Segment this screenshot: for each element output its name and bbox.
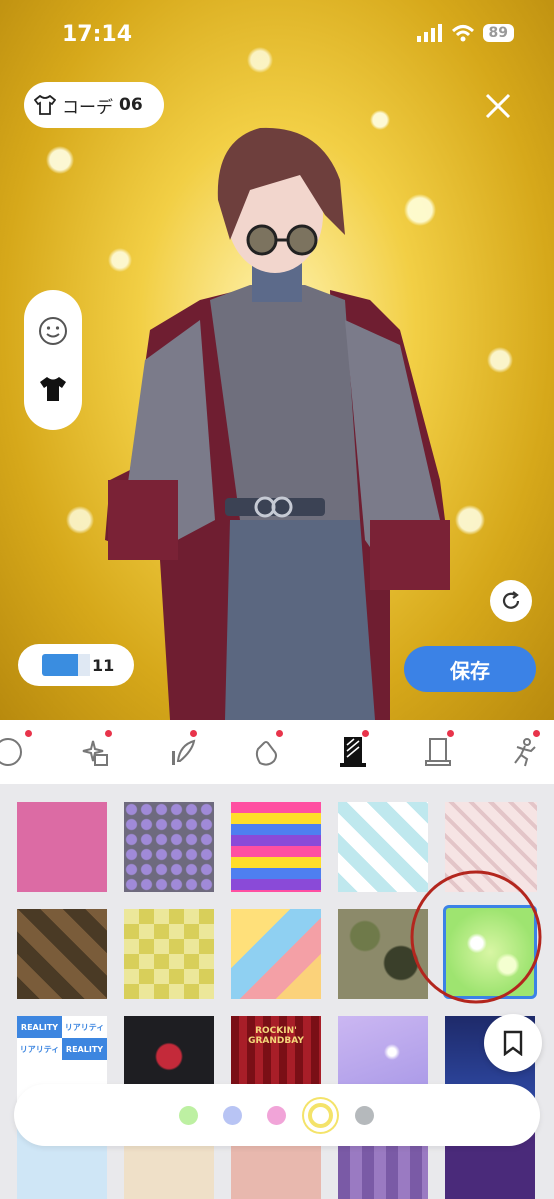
tab-frame[interactable]	[408, 720, 468, 784]
clothing-edit-icon[interactable]	[38, 374, 68, 404]
outfit-number: 06	[119, 95, 143, 115]
reality-logo-text: リアリティ	[19, 1044, 60, 1054]
outfit-selector[interactable]: コーデ 06	[24, 82, 164, 128]
tab-wings[interactable]	[151, 720, 211, 784]
bookmark-button[interactable]	[484, 1014, 542, 1072]
pattern-tile[interactable]	[124, 909, 214, 999]
palette-color-3[interactable]	[308, 1103, 333, 1128]
palette-color-2[interactable]	[267, 1106, 286, 1125]
edit-mode-switcher	[24, 290, 82, 430]
reality-logo-text: REALITY	[62, 1038, 107, 1060]
ticket-counter[interactable]: 11	[18, 644, 134, 686]
reality-logo-text: リアリティ	[64, 1022, 105, 1032]
save-button[interactable]: 保存	[404, 646, 536, 692]
stand-frame-icon	[425, 738, 452, 766]
pose-icon	[514, 738, 536, 767]
sparkle-effect-icon	[82, 740, 108, 766]
tab-background[interactable]	[323, 720, 383, 784]
background-pattern-icon	[339, 737, 366, 767]
bookmark-icon	[503, 1030, 523, 1056]
face-edit-icon[interactable]	[38, 316, 68, 346]
palette-color-0[interactable]	[179, 1106, 198, 1125]
tab-pose[interactable]	[494, 720, 554, 784]
pattern-tile[interactable]	[124, 802, 214, 892]
palette-color-1[interactable]	[223, 1106, 242, 1125]
theater-subtitle: GRANDBAY	[248, 1036, 304, 1046]
tab-hands[interactable]	[237, 720, 297, 784]
rotate-refresh-button[interactable]	[490, 580, 532, 622]
close-icon[interactable]	[484, 92, 512, 120]
wifi-icon	[451, 25, 474, 42]
theater-title: ROCKIN'	[255, 1026, 297, 1036]
shirt-icon	[34, 95, 56, 115]
pattern-tile[interactable]	[17, 909, 107, 999]
battery-indicator: 89	[482, 24, 514, 42]
tab-effects[interactable]	[66, 720, 126, 784]
category-tabs	[0, 720, 554, 784]
face-icon	[0, 738, 22, 766]
color-palette-dock	[14, 1084, 540, 1146]
cellular-signal-icon	[416, 24, 442, 42]
palette-color-4[interactable]	[355, 1106, 374, 1125]
hand-wave-icon	[255, 741, 277, 766]
wing-icon	[172, 739, 196, 765]
status-bar: 17:14 89	[0, 22, 554, 52]
pattern-tile[interactable]	[17, 802, 107, 892]
reality-logo-text: REALITY	[17, 1016, 62, 1038]
tab-face[interactable]	[0, 720, 40, 784]
pattern-tile[interactable]	[231, 802, 321, 892]
ticket-icon	[42, 654, 90, 676]
outfit-label: コーデ	[62, 97, 113, 118]
refresh-icon	[502, 591, 520, 609]
annotation-circle	[410, 870, 542, 1004]
pattern-tile[interactable]	[231, 909, 321, 999]
ticket-count: 11	[92, 655, 115, 675]
status-time: 17:14	[62, 22, 133, 47]
